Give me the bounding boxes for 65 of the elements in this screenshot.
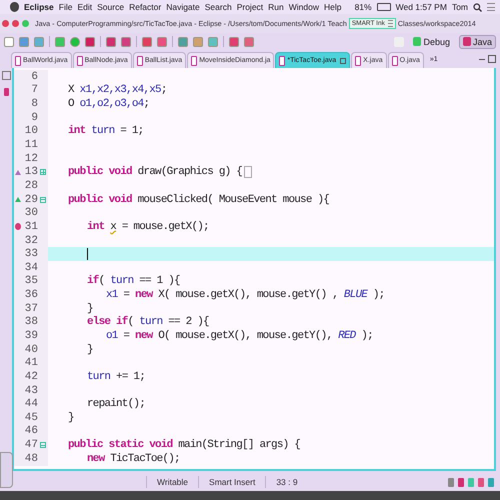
status-text: Smart Insert bbox=[198, 476, 266, 488]
app-menu[interactable]: Eclipse bbox=[24, 2, 54, 12]
perspective-button[interactable]: Java bbox=[458, 34, 496, 48]
menu-item[interactable]: Edit bbox=[77, 2, 92, 12]
code-line: O o1,o2,o3,o4; bbox=[68, 98, 150, 110]
menu-item[interactable]: Search bbox=[204, 2, 232, 12]
line-number: 45 bbox=[24, 412, 38, 424]
line-number: 30 bbox=[24, 207, 38, 220]
battery-percent: 81% bbox=[354, 2, 372, 12]
line-number: 9 bbox=[30, 112, 38, 124]
code-line: x1 = new X( mouse.getX(), mouse.getY() , BLUE ); bbox=[106, 289, 384, 302]
cursor-position: 33 : 9 bbox=[265, 476, 308, 488]
code-line: int x = mouse.getX(); bbox=[87, 220, 209, 233]
line-number: 28 bbox=[24, 180, 38, 192]
code-line: public static void main(String[] args) { bbox=[68, 439, 300, 452]
menu-item[interactable]: Source bbox=[97, 2, 124, 12]
menu-item[interactable]: Window bbox=[288, 2, 319, 12]
line-number: 39 bbox=[24, 330, 38, 342]
code-line: public void mouseClicked( MouseEvent mouse ){ bbox=[68, 194, 330, 206]
line-number: 35 bbox=[24, 275, 38, 288]
code-line: if( turn == 1 ){ bbox=[87, 275, 180, 288]
menu-item[interactable]: Navigate bbox=[166, 2, 200, 12]
line-number: 47 bbox=[24, 439, 38, 452]
line-number: 32 bbox=[24, 234, 38, 246]
line-number: 36 bbox=[24, 289, 38, 302]
line-number: 34 bbox=[24, 262, 38, 274]
menu-item[interactable]: Project bbox=[236, 2, 264, 12]
code-line: } bbox=[87, 302, 93, 315]
menu-item[interactable]: Run bbox=[268, 2, 284, 12]
code-line: int turn = 1; bbox=[68, 125, 144, 138]
code-line: repaint(); bbox=[87, 398, 146, 410]
line-number: 31 bbox=[24, 220, 38, 233]
code-line: } bbox=[87, 344, 93, 356]
line-number: 48 bbox=[24, 452, 38, 465]
menu-item[interactable]: File bbox=[58, 2, 72, 12]
line-number: 38 bbox=[24, 316, 38, 328]
code-line: new TicTacToe(); bbox=[87, 452, 180, 465]
line-number: 10 bbox=[24, 125, 38, 138]
line-number: 6 bbox=[30, 70, 38, 83]
code-line: public void draw(Graphics g) { bbox=[68, 166, 242, 178]
line-number: 42 bbox=[24, 370, 38, 383]
line-number: 40 bbox=[24, 344, 38, 356]
line-number: 13 bbox=[24, 166, 38, 178]
line-number: 44 bbox=[24, 398, 38, 410]
clock[interactable]: Wed 1:57 PM bbox=[396, 2, 447, 12]
user-name[interactable]: Tom bbox=[452, 2, 468, 12]
line-number: 29 bbox=[24, 194, 38, 206]
line-number: 11 bbox=[24, 139, 38, 152]
menu-item[interactable]: Help bbox=[324, 2, 342, 12]
line-number: 37 bbox=[24, 302, 38, 315]
line-number: 12 bbox=[24, 152, 38, 165]
status-text: Writable bbox=[146, 476, 198, 488]
line-number: 41 bbox=[24, 357, 38, 370]
line-number: 7 bbox=[30, 84, 38, 96]
line-number: 8 bbox=[30, 98, 38, 110]
perspective-button[interactable]: Debug bbox=[409, 34, 454, 48]
code-line: else if( turn == 2 ){ bbox=[87, 316, 209, 328]
line-number: 33 bbox=[24, 248, 38, 260]
line-number: 46 bbox=[24, 425, 38, 438]
line-number: 43 bbox=[24, 384, 38, 397]
code-line: o1 = new O( mouse.getX(), mouse.getY(), RED ); bbox=[106, 330, 373, 342]
menu-item[interactable]: Refactor bbox=[129, 2, 162, 12]
code-line: X x1,x2,x3,x4,x5; bbox=[68, 84, 167, 96]
code-line: turn += 1; bbox=[87, 370, 146, 383]
code-line: } bbox=[68, 412, 74, 424]
